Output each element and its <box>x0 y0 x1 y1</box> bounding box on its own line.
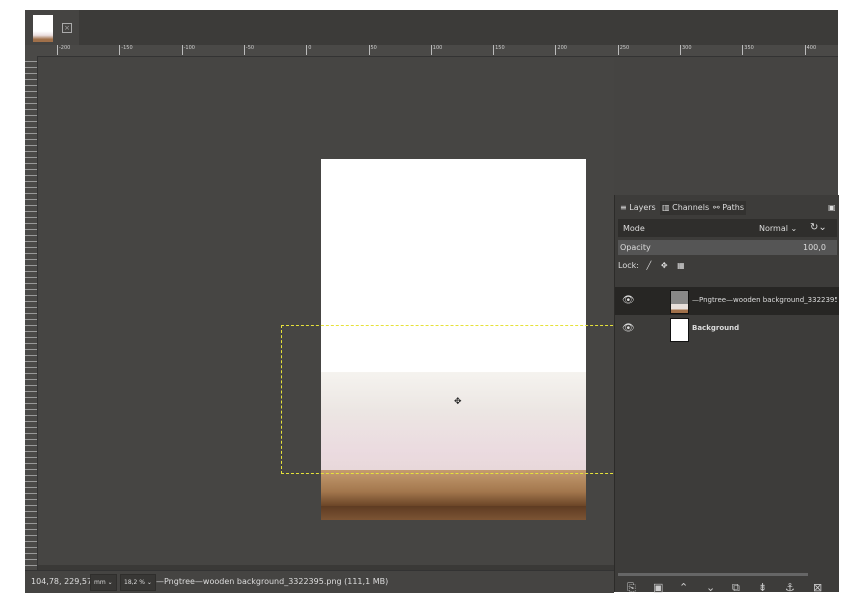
layer-row[interactable]: 👁 —Pngtree—wooden background_3322395 <box>615 287 839 315</box>
close-icon[interactable]: × <box>62 23 72 33</box>
dock-menu-icon[interactable]: ▣ <box>826 201 838 215</box>
status-bar: 104,78, 229,57 mm ⌄ 18,2 % ⌄ —Pngtree—wo… <box>25 570 614 593</box>
move-cursor-icon: ✥ <box>454 397 462 407</box>
mode-value: Normal ⌄ <box>759 224 798 233</box>
eye-icon[interactable]: 👁 <box>622 295 635 306</box>
image-canvas[interactable]: ✥ <box>38 57 628 565</box>
lock-label: Lock: <box>618 261 639 270</box>
ruler-label: -200 <box>57 45 70 55</box>
opacity-value: 100,0 <box>803 243 826 252</box>
ruler-label: 200 <box>555 45 567 55</box>
ruler-label: 350 <box>742 45 754 55</box>
new-layer-icon[interactable]: ⎘ <box>627 581 636 595</box>
zoom-select[interactable]: 18,2 % ⌄ <box>120 574 156 591</box>
composite-mode-icon[interactable]: ↻⌄ <box>810 222 827 233</box>
ruler-label: 50 <box>368 45 377 55</box>
eye-icon[interactable]: 👁 <box>622 323 635 334</box>
layers-scrollbar[interactable] <box>618 573 808 576</box>
image-thumbnail <box>33 15 53 42</box>
mode-select[interactable]: Mode Normal ⌄ ↻⌄ <box>618 219 837 237</box>
raise-layer-icon[interactable]: ⌃ <box>679 581 688 594</box>
layer-thumbnail <box>670 318 689 342</box>
ruler-label: -100 <box>181 45 195 55</box>
ruler-label: -150 <box>119 45 133 55</box>
unit-value: mm <box>94 579 106 586</box>
lock-row: Lock: ╱ ✥ ▦ <box>618 261 685 270</box>
ruler-label: 250 <box>617 45 629 55</box>
gimp-window: × -200 -150 -100 -50 0 50 100 150 200 250 300 350 40… <box>25 10 839 594</box>
image-tab[interactable]: × <box>25 10 79 45</box>
zoom-value: 18,2 % <box>124 579 145 586</box>
image-tabs: × <box>25 10 838 45</box>
lock-alpha-icon[interactable]: ▦ <box>677 261 685 270</box>
opacity-slider[interactable]: Opacity 100,0 <box>618 240 837 255</box>
layer-buttons: ⎘ ▣ ⌃ ⌄ ⧉ ⇟ ⚓ ⊠ <box>615 577 839 601</box>
tab-paths[interactable]: ⚯ Paths <box>711 201 746 215</box>
wooden-table <box>321 470 586 520</box>
unit-select[interactable]: mm ⌄ <box>90 574 117 591</box>
tab-layers[interactable]: ≡ Layers <box>618 201 658 215</box>
lock-position-icon[interactable]: ✥ <box>661 261 668 270</box>
mode-label: Mode <box>623 224 645 233</box>
ruler-label: 400 <box>804 45 816 55</box>
ruler-label: 0 <box>306 45 311 55</box>
layer-row[interactable]: 👁 Background <box>615 315 839 343</box>
anchor-layer-icon[interactable]: ⚓ <box>785 581 795 594</box>
layer-thumbnail <box>670 290 689 314</box>
tab-label: Paths <box>722 203 744 212</box>
tab-label: Channels <box>672 203 710 212</box>
ruler-label: 300 <box>680 45 692 55</box>
tab-label: Layers <box>629 203 656 212</box>
ruler-label: 100 <box>430 45 442 55</box>
delete-layer-icon[interactable]: ⊠ <box>813 581 822 594</box>
lower-layer-icon[interactable]: ⌄ <box>706 581 715 594</box>
tab-channels[interactable]: ▥ Channels <box>660 201 712 215</box>
horizontal-ruler[interactable]: -200 -150 -100 -50 0 50 100 150 200 250 300 350 400 <box>37 45 838 57</box>
vertical-ruler[interactable] <box>25 56 38 570</box>
pointer-coords: 104,78, 229,57 <box>31 577 93 586</box>
merge-down-icon[interactable]: ⇟ <box>758 581 767 594</box>
layer-name[interactable]: Background <box>692 324 837 332</box>
layer-name[interactable]: —Pngtree—wooden background_3322395 <box>692 296 837 304</box>
image-info: —Pngtree—wooden background_3322395.png (… <box>156 577 389 586</box>
ruler-label: -50 <box>243 45 254 55</box>
new-layer-group-icon[interactable]: ▣ <box>653 581 663 594</box>
lock-pixels-icon[interactable]: ╱ <box>646 261 651 270</box>
ruler-label: 150 <box>493 45 505 55</box>
opacity-label: Opacity <box>620 243 651 252</box>
layers-dock: ≡ Layers ▥ Channels ⚯ Paths ▣ Mode Norma… <box>614 195 839 594</box>
duplicate-layer-icon[interactable]: ⧉ <box>732 581 740 595</box>
